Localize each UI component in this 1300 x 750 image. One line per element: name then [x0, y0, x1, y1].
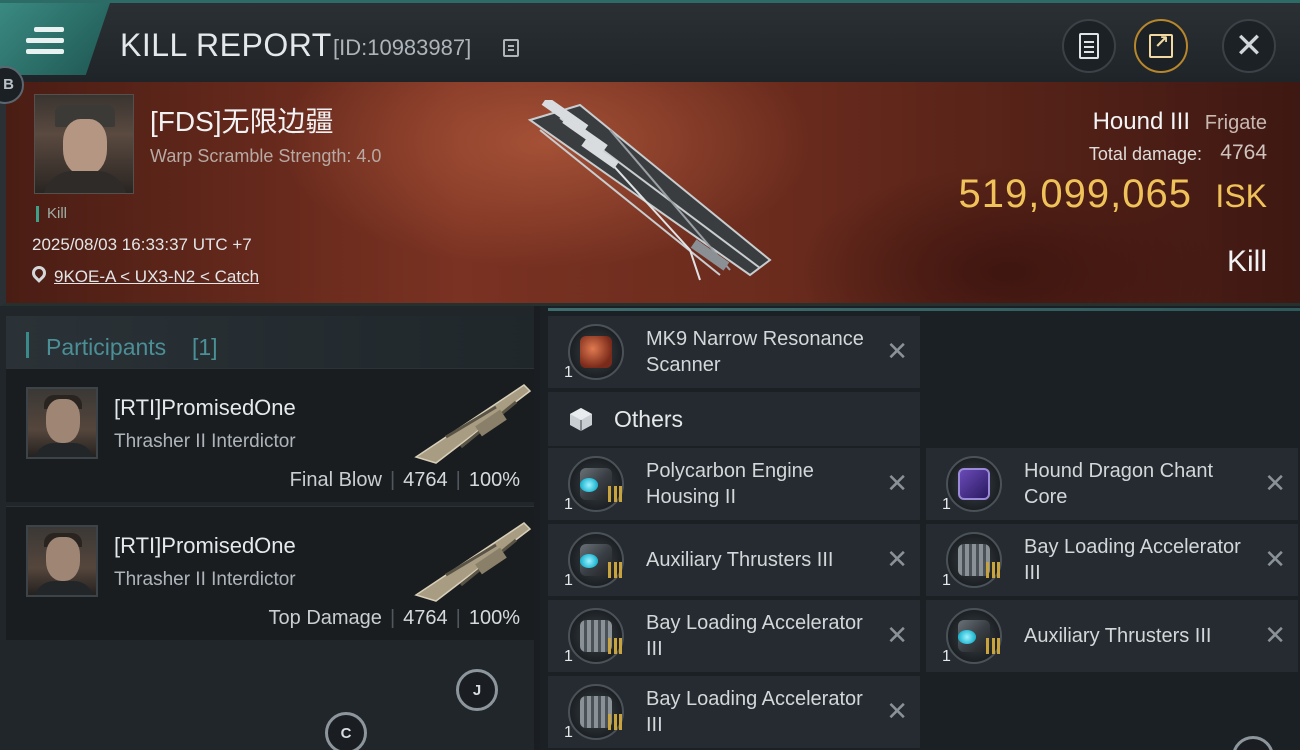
outcome-label: Kill — [1226, 245, 1267, 278]
item-name: Polycarbon Engine Housing II — [646, 460, 814, 508]
kill-location-link[interactable]: 9KOE-A < UX3-N2 < Catch — [54, 267, 259, 287]
pilot-role: Top Damage — [268, 607, 382, 629]
destroyed-mark-icon: ✕ — [886, 336, 908, 366]
destroyed-mark-icon: ✕ — [886, 468, 908, 498]
item-quantity: 1 — [942, 572, 951, 589]
victim-name[interactable]: [FDS]无限边疆 — [150, 100, 334, 140]
victim-ship-name[interactable]: Hound III — [1093, 108, 1190, 136]
tier-iii-icon — [608, 714, 622, 730]
destroyed-mark-icon: ✕ — [886, 620, 908, 650]
pilot-name: [RTI]PromisedOne — [114, 395, 296, 420]
kill-timestamp: 2025/08/03 16:33:37 UTC +7 — [32, 235, 252, 254]
participants-header: Participants [1] — [6, 316, 534, 372]
tier-iii-icon — [608, 562, 622, 578]
pilot-stats: Final Blow | 4764 | 100% — [289, 469, 520, 491]
pilot-stats: Top Damage | 4764 | 100% — [268, 607, 520, 629]
hamburger-icon — [26, 27, 64, 55]
destroyed-mark-icon: ✕ — [886, 696, 908, 726]
pilot-portrait[interactable] — [26, 525, 98, 597]
pilot-ship: Thrasher II Interdictor — [114, 569, 296, 590]
isk-value: 519,099,065 — [958, 172, 1192, 216]
copy-icon[interactable] — [503, 39, 519, 57]
isk-unit: ISK — [1215, 178, 1267, 214]
pilot-name: [RTI]PromisedOne — [114, 533, 296, 558]
item-name: Bay Loading Accelerator III — [646, 688, 863, 736]
c-badge[interactable]: C — [325, 712, 367, 750]
destroyed-mark-icon: ✕ — [1264, 468, 1286, 498]
tier-iii-icon — [608, 638, 622, 654]
participant-card[interactable]: [RTI]PromisedOne Thrasher II Interdictor… — [6, 506, 534, 640]
item-quantity: 1 — [564, 496, 573, 513]
item-row[interactable]: 1 Bay Loading Accelerator III ✕ — [548, 676, 920, 748]
item-row[interactable]: 1 Auxiliary Thrusters III ✕ — [926, 600, 1298, 672]
pilot-percent: 100% — [468, 469, 520, 491]
scanner-icon — [568, 324, 624, 380]
tier-iii-icon — [986, 562, 1000, 578]
victim-portrait[interactable] — [34, 94, 134, 194]
pilot-damage: 4764 — [403, 469, 448, 491]
share-button[interactable] — [1134, 19, 1188, 73]
pilot-ship: Thrasher II Interdictor — [114, 431, 296, 452]
kill-id: [ID:10983987] — [333, 35, 472, 60]
item-name: MK9 Narrow Resonance Scanner — [646, 328, 864, 376]
others-section-header: Others — [548, 392, 920, 446]
kill-tag: Kill — [36, 206, 67, 222]
item-quantity: 1 — [564, 648, 573, 665]
item-quantity: 1 — [942, 496, 951, 513]
item-name: Auxiliary Thrusters III — [1024, 625, 1212, 647]
bay-loader-icon — [568, 684, 624, 740]
pilot-percent: 100% — [468, 607, 520, 629]
victim-subtitle: Warp Scramble Strength: 4.0 — [150, 146, 382, 166]
victim-ship-image — [527, 100, 772, 281]
page-title: KILL REPORT — [120, 27, 332, 63]
close-icon: ✕ — [1234, 27, 1264, 65]
item-name: Bay Loading Accelerator III — [646, 612, 863, 660]
close-button[interactable]: ✕ — [1222, 19, 1276, 73]
item-quantity: 1 — [564, 364, 573, 381]
item-quantity: 1 — [942, 648, 951, 665]
notes-button[interactable] — [1062, 19, 1116, 73]
participants-count: [1] — [192, 334, 218, 360]
cube-icon — [570, 408, 592, 431]
item-name: Bay Loading Accelerator III — [1024, 536, 1241, 584]
destroyed-mark-icon: ✕ — [1264, 544, 1286, 574]
item-row[interactable]: 1 Bay Loading Accelerator III ✕ — [926, 524, 1298, 596]
item-name: Auxiliary Thrusters III — [646, 549, 834, 571]
menu-button[interactable] — [0, 3, 110, 75]
core-icon — [946, 456, 1002, 512]
tier-ii-icon — [608, 486, 622, 502]
item-row[interactable]: 1 Bay Loading Accelerator III ✕ — [548, 600, 920, 672]
item-quantity: 1 — [564, 724, 573, 741]
pilot-ship-image — [414, 522, 532, 602]
engine-icon — [568, 456, 624, 512]
item-name: Hound Dragon Chant Core — [1024, 460, 1214, 508]
clipboard-icon — [1079, 33, 1099, 59]
item-row[interactable]: 1 Polycarbon Engine Housing II ✕ — [548, 448, 920, 520]
bay-loader-icon — [946, 532, 1002, 588]
thruster-icon — [568, 532, 624, 588]
pilot-role: Final Blow — [289, 469, 382, 491]
participant-card[interactable]: [RTI]PromisedOne Thrasher II Interdictor… — [6, 368, 534, 502]
pilot-damage: 4764 — [403, 607, 448, 629]
total-damage-value: 4764 — [1220, 141, 1267, 164]
pilot-portrait[interactable] — [26, 387, 98, 459]
tier-iii-icon — [986, 638, 1000, 654]
destroyed-mark-icon: ✕ — [886, 544, 908, 574]
item-row[interactable]: 1 MK9 Narrow Resonance Scanner ✕ — [548, 316, 920, 388]
destroyed-mark-icon: ✕ — [1264, 620, 1286, 650]
bay-loader-icon — [568, 608, 624, 664]
items-top-divider — [548, 308, 1300, 311]
top-bar: KILL REPORT [ID:10983987] ✕ — [0, 0, 1300, 82]
share-icon — [1149, 32, 1173, 58]
item-quantity: 1 — [564, 572, 573, 589]
item-row[interactable]: 1 Auxiliary Thrusters III ✕ — [548, 524, 920, 596]
pilot-ship-image — [414, 384, 532, 464]
item-row[interactable]: 1 Hound Dragon Chant Core ✕ — [926, 448, 1298, 520]
others-title: Others — [614, 406, 684, 432]
thruster-icon — [946, 608, 1002, 664]
j-badge[interactable]: J — [456, 669, 498, 711]
victim-ship-class: Frigate — [1204, 112, 1267, 134]
participants-title: Participants — [46, 334, 167, 360]
total-damage-label: Total damage: — [1088, 144, 1202, 164]
